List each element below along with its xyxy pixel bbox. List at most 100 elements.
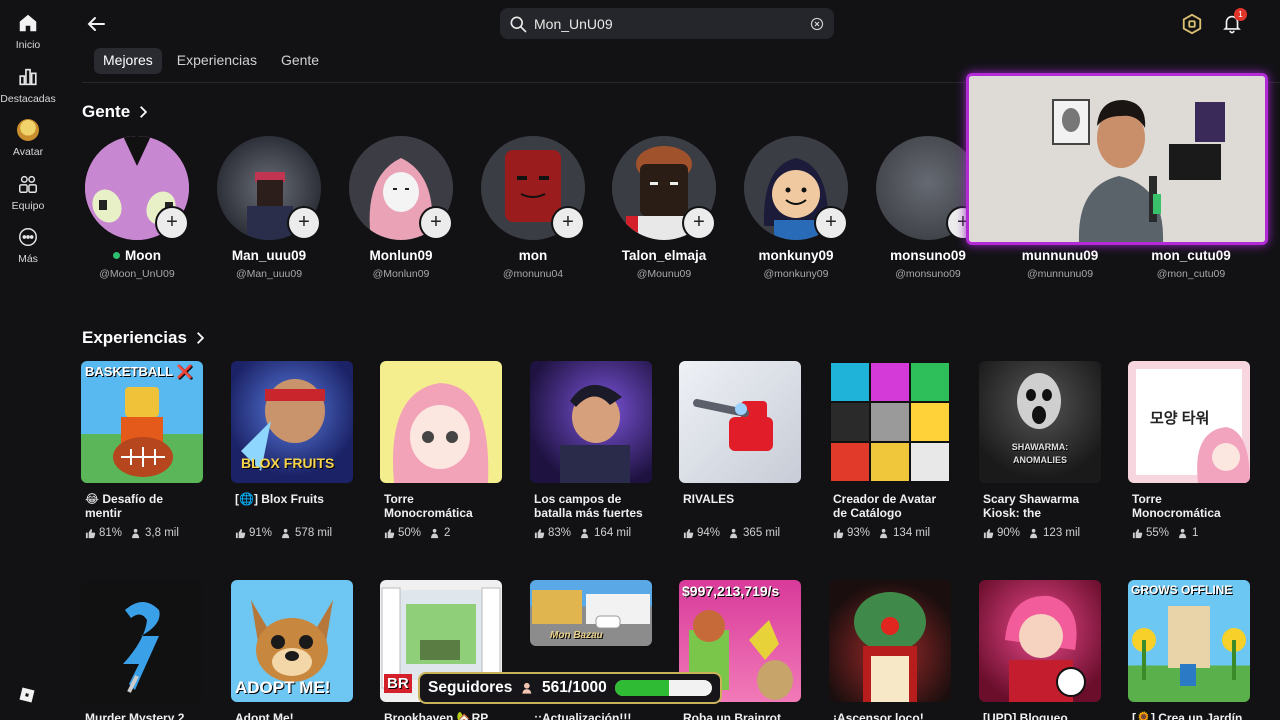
sidebar-item-equipo[interactable]: Equipo [0,173,56,212]
experience-card[interactable]: BLOX FRUITS [🌐] Blox Fruits 91% 578 mil [231,361,353,539]
experience-card[interactable]: ¡Ascensor loco! [829,580,951,720]
experience-thumbnail: BASKETBALL ❌ [81,361,203,483]
person-name: monsuno09 [890,248,966,263]
add-friend-button[interactable]: + [816,208,846,238]
team-icon [19,175,37,193]
experience-card[interactable]: BASKETBALL ❌ 😂 Desafío de mentir 81% 3,8 … [81,361,203,539]
tab-mejores[interactable]: Mejores [94,48,162,74]
experiences-section-title[interactable]: Experiencias [82,328,207,348]
experience-title: Los campos de batalla más fuertes [534,492,643,520]
experience-card[interactable]: Murder Mystery 2 [81,580,203,720]
person-handle: @munnunu09 [1026,268,1094,280]
robux-icon[interactable] [1181,13,1203,35]
players-icon [131,528,140,538]
person-handle: @Moon_UnU09 [99,268,175,280]
add-friend-button[interactable]: + [553,208,583,238]
thumbs-up-icon [683,528,694,538]
followers-progress-fill [614,680,670,696]
search-input[interactable] [534,15,810,32]
people-section-title[interactable]: Gente [82,102,150,122]
person-handle: @monunu04 [502,268,564,280]
followers-count: 561/1000 [542,679,607,696]
section-title-text: Gente [82,102,131,121]
home-icon [19,14,37,32]
experience-card[interactable]: [UPD] Bloqueo Azul: [979,580,1101,720]
section-title-text: Experiencias [82,328,187,347]
thumbs-up-icon [534,528,545,538]
experience-title: Adopt Me! [235,711,294,720]
person-card[interactable]: + Talon_elmaja @Mounu09 [603,136,725,280]
sidebar-item-destacadas[interactable]: Destacadas [0,66,56,105]
chart-icon [19,68,37,86]
add-friend-button[interactable]: + [684,208,714,238]
player-count: 134 mil [893,527,931,539]
sidebar-item-avatar[interactable]: Avatar [0,119,56,158]
rating: 55% [1146,527,1170,539]
player-count: 3,8 mil [145,527,179,539]
add-friend-button[interactable]: + [421,208,451,238]
thumbnail-text: Mon Bazau [550,630,603,641]
thumbnail-text: BR [384,674,412,693]
player-count: 123 mil [1043,527,1081,539]
add-friend-button[interactable]: + [157,208,187,238]
tab-experiencias[interactable]: Experiencias [168,48,266,74]
rating: 90% [997,527,1021,539]
experience-title: [🌻] Crea un Jardín [1132,711,1243,720]
sidebar-item-inicio[interactable]: Inicio [0,12,56,51]
back-arrow-icon[interactable] [84,12,108,36]
tab-gente[interactable]: Gente [272,48,328,74]
experience-thumbnail [530,361,652,483]
experience-title: Scary Shawarma Kiosk: the ANOMA... [983,492,1080,520]
person-name: munnunu09 [1021,248,1099,263]
experience-card[interactable]: Torre Monocromática 50% 2 [380,361,502,539]
experience-card[interactable]: Creador de Avatar de Catálogo 93% 134 mil [829,361,951,539]
players-icon [580,528,589,538]
person-handle: @monkuny09 [763,268,829,280]
person-name: Monlun09 [369,248,433,263]
experience-card[interactable]: ADOPT ME! Adopt Me! [231,580,353,720]
followers-progress-bar [614,680,712,696]
chevron-right-icon [140,106,148,118]
players-icon [1178,528,1187,538]
thumbnail-text: 모양 타워 [1150,410,1210,427]
player-count: 578 mil [295,527,333,539]
experience-card[interactable]: RIVALES 94% 365 mil [679,361,801,539]
experience-card[interactable]: Los campos de batalla más fuertes 83% 164… [530,361,652,539]
person-name: mon [518,248,548,263]
rating: 94% [697,527,721,539]
thumbnail-text: BASKETBALL ❌ [85,364,193,379]
experience-thumbnail: GROWS OFFLINE [1128,580,1250,702]
experience-thumbnail [979,580,1101,702]
person-card[interactable]: + mon @monunu04 [472,136,594,280]
person-handle: @Mounu09 [636,268,692,280]
experience-title: Brookhaven 🏡RP [384,711,489,720]
sidebar-item-mas[interactable]: Más [0,226,56,265]
person-handle: @Man_uuu09 [235,268,303,280]
experience-card[interactable]: 모양 타워 Torre Monocromática 55% 1 [1128,361,1250,539]
experience-title: ::Actualización!!! [534,711,632,720]
thumbs-up-icon [833,528,844,538]
experience-card[interactable]: SHAWARMA: ANOMALIES Scary Shawarma Kiosk… [979,361,1101,539]
thumbnail-text: $997,213,719/s [682,583,780,599]
sidebar-item-label: Avatar [12,146,44,158]
sidebar-item-label: Equipo [11,200,45,212]
thumbs-up-icon [384,528,395,538]
experience-title: RIVALES [683,492,735,506]
experience-card[interactable]: GROWS OFFLINE [🌻] Crea un Jardín [1128,580,1250,720]
rating: 93% [847,527,871,539]
notification-badge: 1 [1234,8,1247,21]
roblox-logo-icon[interactable] [18,686,36,704]
player-count: 1 [1192,527,1199,539]
follower-icon [522,682,532,694]
add-friend-button[interactable]: + [289,208,319,238]
thumbs-up-icon [85,528,96,538]
search-bar [500,8,834,39]
person-card[interactable]: + Moon @Moon_UnU09 [76,136,198,280]
clear-search-icon[interactable] [810,17,824,31]
experience-thumbnail [679,361,801,483]
person-card[interactable]: + monkuny09 @monkuny09 [735,136,857,280]
rating: 91% [249,527,273,539]
person-card[interactable]: + Monlun09 @Monlun09 [340,136,462,280]
experience-thumbnail: SHAWARMA: ANOMALIES [979,361,1101,483]
person-card[interactable]: + Man_uuu09 @Man_uuu09 [208,136,330,280]
